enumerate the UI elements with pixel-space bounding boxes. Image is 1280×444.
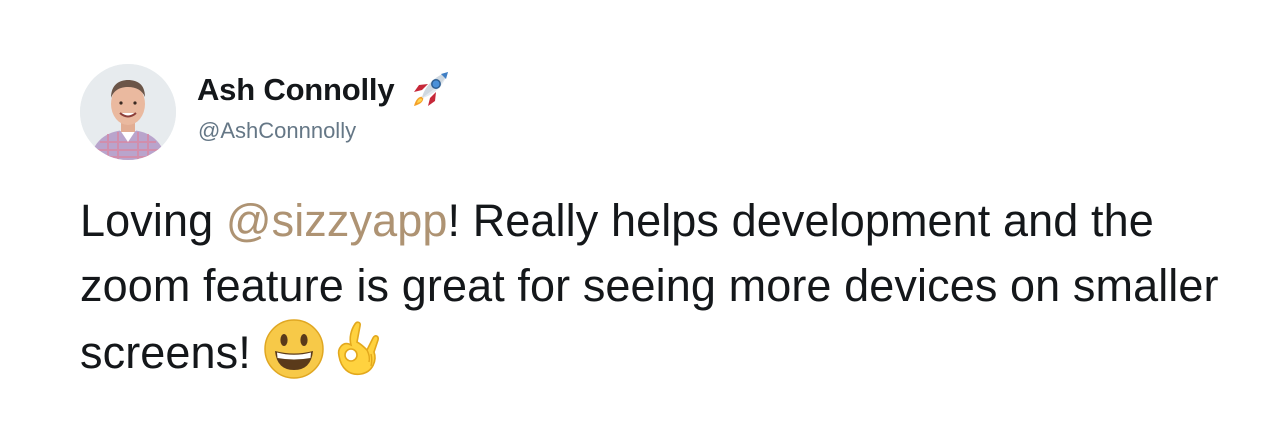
mention-link[interactable]: @sizzyapp <box>226 195 448 246</box>
author-handle[interactable]: @AshConnnolly <box>198 118 356 144</box>
tweet-card: Ash Connolly @AshConnnolly Loving @sizzy… <box>0 0 1280 444</box>
author-name-row: Ash Connolly <box>197 70 452 110</box>
rocket-icon <box>408 68 452 112</box>
author-name[interactable]: Ash Connolly <box>197 72 395 108</box>
tweet-text: Loving @sizzyapp! Really helps developme… <box>80 188 1220 385</box>
ok-hand-icon <box>327 318 389 380</box>
avatar[interactable] <box>80 64 176 160</box>
grinning-face-icon <box>263 318 325 380</box>
tweet-text-part1: Loving <box>80 195 226 246</box>
